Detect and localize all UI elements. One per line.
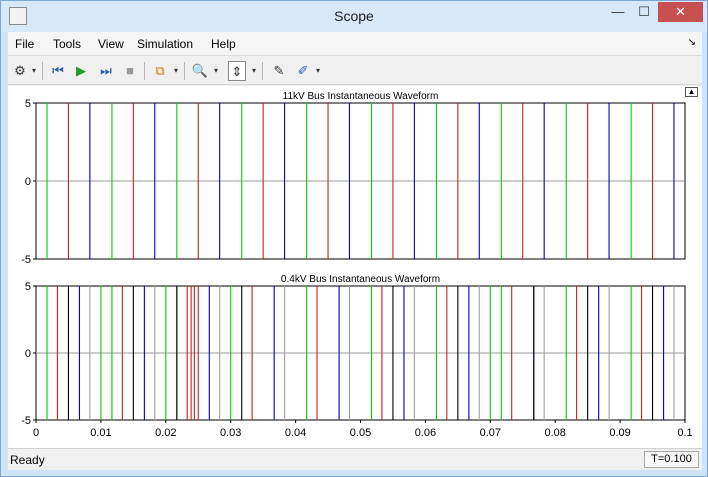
toolbar: ⚙ ▾ ⏮ ▶ ⏭ ■ ⧉ ▾ 🔍 ▾ ⇕ ▾ ✎ ✐ ▾ (8, 57, 702, 85)
x-tick-label: 0.1 (677, 427, 692, 439)
status-text: Ready (10, 453, 45, 467)
x-tick-label: 0 (33, 427, 39, 439)
axes-title: 0.4kV Bus Instantaneous Waveform (281, 274, 440, 285)
zoom-dropdown-icon[interactable]: ▾ (212, 61, 220, 81)
toolbar-separator (262, 62, 263, 80)
time-readout: T=0.100 (644, 451, 699, 468)
x-tick-label: 0.01 (90, 427, 111, 439)
scope-window: Scope — ☐ ✕ File Tools View Simulation H… (0, 0, 708, 477)
scope-plots[interactable]: 11kV Bus Instantaneous Waveform50-50.4kV… (8, 86, 702, 448)
toolbar-separator (42, 62, 43, 80)
style-dropdown-icon[interactable]: ▾ (314, 61, 322, 81)
highlight-icon[interactable]: ✎ (270, 61, 288, 81)
client-area: File Tools View Simulation Help ↘ ⚙ ▾ ⏮ … (8, 32, 702, 470)
toolbar-separator (144, 62, 145, 80)
x-tick-label: 0.02 (155, 427, 176, 439)
y-tick-label: 5 (25, 281, 31, 293)
close-button[interactable]: ✕ (658, 2, 703, 22)
menu-file[interactable]: File (15, 37, 34, 51)
scale-axes-icon[interactable]: ⇕ (228, 61, 246, 81)
signal-dropdown-icon[interactable]: ▾ (172, 61, 180, 81)
zoom-icon[interactable]: 🔍 (191, 61, 209, 81)
menu-simulation[interactable]: Simulation (137, 37, 193, 51)
step-forward-icon[interactable]: ⏭ (97, 61, 115, 81)
gear-icon[interactable]: ⚙ (11, 61, 29, 81)
edit-style-icon[interactable]: ✐ (294, 61, 312, 81)
y-tick-label: -5 (21, 415, 31, 427)
status-bar: Ready T=0.100 (8, 448, 702, 470)
y-tick-label: 0 (25, 348, 31, 360)
x-tick-label: 0.03 (220, 427, 241, 439)
title-bar[interactable]: Scope — ☐ ✕ (1, 1, 707, 32)
run-icon[interactable]: ▶ (72, 61, 90, 81)
x-tick-label: 0.09 (609, 427, 630, 439)
maximize-button[interactable]: ☐ (631, 2, 657, 22)
x-tick-label: 0.08 (544, 427, 565, 439)
plot-area[interactable]: 11kV Bus Instantaneous Waveform 5 0 -5 0.4kV… (8, 86, 702, 448)
signal-select-icon[interactable]: ⧉ (150, 61, 170, 81)
undock-arrow-icon[interactable]: ↘ (688, 37, 696, 48)
x-tick-label: 0.07 (480, 427, 501, 439)
menu-tools[interactable]: Tools (53, 37, 81, 51)
scale-dropdown-icon[interactable]: ▾ (250, 61, 258, 81)
stop-icon[interactable]: ■ (121, 61, 139, 81)
x-tick-label: 0.06 (415, 427, 436, 439)
restore-layout-icon[interactable]: ▲ (685, 87, 698, 97)
rewind-icon[interactable]: ⏮ (49, 61, 67, 81)
axes-title: 11kV Bus Instantaneous Waveform (283, 91, 439, 102)
y-tick-label: 0 (25, 176, 31, 188)
toolbar-separator (184, 62, 185, 80)
menu-view[interactable]: View (98, 37, 124, 51)
window-title: Scope (334, 8, 374, 24)
minimize-button[interactable]: — (605, 2, 631, 22)
y-tick-label: -5 (21, 254, 31, 266)
x-tick-label: 0.05 (350, 427, 371, 439)
menu-bar: File Tools View Simulation Help ↘ (8, 32, 702, 56)
x-tick-label: 0.04 (285, 427, 306, 439)
menu-help[interactable]: Help (211, 37, 236, 51)
gear-dropdown-icon[interactable]: ▾ (30, 61, 38, 81)
y-tick-label: 5 (25, 98, 31, 110)
